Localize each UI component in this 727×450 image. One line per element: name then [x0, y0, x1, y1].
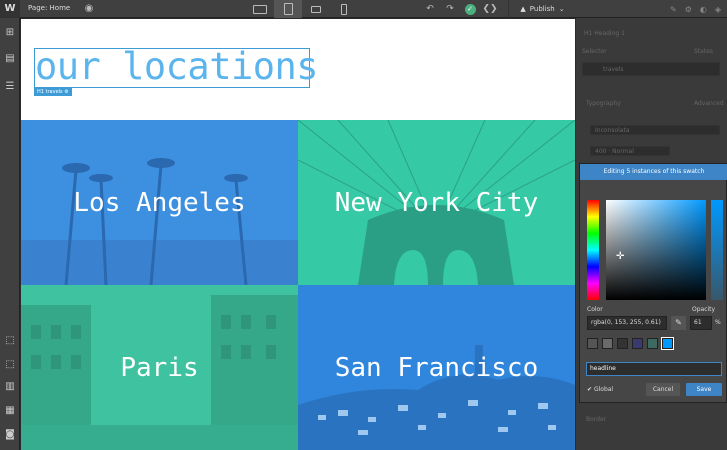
opacity-input[interactable]: 61 [690, 316, 712, 330]
desktop-view-button[interactable] [246, 0, 274, 18]
tile-label: New York City [334, 187, 539, 218]
color-label: Color [587, 306, 603, 313]
states-label[interactable]: States [694, 48, 713, 55]
code-export-button[interactable]: ❮❯ [480, 0, 500, 18]
device-switcher [246, 0, 358, 18]
eyedropper-icon: ✎ [675, 318, 682, 327]
font-weight-value: 400 · Normal [595, 148, 634, 155]
mobile-portrait-view-button[interactable] [330, 0, 358, 18]
redo-button[interactable]: ↷ [440, 0, 460, 18]
opacity-slider[interactable] [711, 200, 723, 300]
tile-label: Los Angeles [73, 187, 246, 218]
swatch[interactable] [617, 338, 628, 349]
font-family-value: Inconsolata [595, 127, 630, 134]
location-tile-paris[interactable]: Paris [21, 285, 298, 450]
code-icon: ❮❯ [482, 4, 498, 14]
undo-button[interactable]: ↶ [420, 0, 440, 18]
swatch[interactable] [632, 338, 643, 349]
crosshair-icon: ✛ [616, 251, 625, 262]
swatch[interactable] [647, 338, 658, 349]
top-toolbar: W Page: Home ◉ ↶ ↷ ✓ ❮❯ ▲ Publish ⌄ ✎ ⚙ … [0, 0, 727, 18]
guides-icon[interactable]: ▥ [3, 380, 17, 394]
hue-slider[interactable] [587, 200, 599, 300]
swatch-name-input[interactable]: headline [586, 362, 722, 376]
swatch[interactable] [602, 338, 613, 349]
publish-button[interactable]: ▲ Publish ⌄ [508, 0, 576, 18]
location-tile-new-york-city[interactable]: New York City [298, 120, 575, 285]
left-toolbar: ⊞ ▤ ☰ ⬚ ⬚ ▥ ▦ ◙ [0, 18, 20, 450]
element-tag-label: H1 travels [37, 89, 63, 95]
font-weight-field[interactable]: 400 · Normal [590, 146, 670, 156]
video-tutorial-icon[interactable]: ◙ [3, 428, 17, 442]
navigator-icon[interactable]: ▦ [3, 404, 17, 418]
selected-element-label: H1 Heading 1 [584, 30, 625, 37]
style-tab-icon[interactable]: ✎ [670, 5, 677, 14]
history-tools: ↶ ↷ ✓ ❮❯ [420, 0, 500, 18]
cms-icon[interactable]: ☰ [3, 80, 17, 94]
color-picker-popup: Editing 5 instances of this swatch ✛ Col… [579, 163, 727, 403]
check-icon: ✓ [464, 3, 476, 15]
opacity-unit: % [715, 319, 721, 326]
mobile-landscape-view-button[interactable] [302, 0, 330, 18]
global-checkbox[interactable]: ✔ Global [587, 386, 613, 393]
undo-icon: ↶ [426, 4, 434, 14]
publish-icon: ▲ [520, 5, 526, 13]
tablet-icon [283, 3, 293, 15]
advanced-toggle[interactable]: Advanced [694, 100, 724, 107]
opacity-label: Opacity [692, 306, 716, 313]
select-tool-icon[interactable]: ⬚ [3, 334, 17, 348]
marquee-icon[interactable]: ⬚ [3, 358, 17, 372]
saturation-value-area[interactable] [606, 200, 706, 300]
swatch[interactable] [587, 338, 598, 349]
checkmark-icon: ✔ [587, 386, 593, 393]
chevron-down-icon: ⌄ [558, 5, 565, 13]
publish-label: Publish [529, 5, 555, 13]
pages-icon[interactable]: ▤ [3, 52, 17, 66]
tile-label: Paris [120, 352, 199, 383]
design-canvas[interactable]: our locations H1 travels ⚙ Los Angeles N… [21, 19, 575, 450]
webflow-logo[interactable]: W [0, 0, 20, 18]
add-element-icon[interactable]: ⊞ [3, 26, 17, 40]
page-selector[interactable]: Page: Home [28, 4, 70, 12]
location-tile-los-angeles[interactable]: Los Angeles [21, 120, 298, 285]
tile-label: San Francisco [334, 352, 539, 383]
rgba-input[interactable]: rgba(0, 153, 255, 0.61) [587, 316, 667, 330]
font-family-field[interactable]: Inconsolata [590, 125, 720, 135]
status-check-button[interactable]: ✓ [460, 0, 480, 18]
element-tag-badge[interactable]: H1 travels ⚙ [34, 88, 72, 96]
swatch-edit-banner: Editing 5 instances of this swatch [580, 164, 727, 180]
mobile-portrait-icon [341, 3, 347, 15]
selector-label: Selector [582, 48, 607, 55]
save-button[interactable]: Save [686, 383, 722, 396]
mobile-landscape-icon [311, 5, 321, 13]
selector-value: travels [603, 66, 624, 73]
assets-tab-icon[interactable]: ◈ [715, 5, 721, 14]
selector-field[interactable]: travels [582, 62, 720, 76]
tablet-view-button[interactable] [274, 0, 302, 18]
desktop-icon [253, 4, 267, 14]
eyedropper-button[interactable]: ✎ [671, 316, 686, 330]
typography-section-label[interactable]: Typography [586, 100, 621, 107]
swatch-row [587, 337, 674, 350]
settings-tab-icon[interactable]: ⚙ [685, 5, 692, 14]
page-heading[interactable]: our locations [35, 45, 319, 88]
interactions-tab-icon[interactable]: ◐ [700, 5, 707, 14]
global-label: Global [593, 386, 614, 393]
redo-icon: ↷ [446, 4, 454, 14]
cancel-button[interactable]: Cancel [646, 383, 680, 396]
panel-tabs: ✎ ⚙ ◐ ◈ [576, 0, 727, 18]
border-section-label[interactable]: Border [586, 416, 606, 423]
preview-eye-icon[interactable]: ◉ [82, 2, 96, 16]
location-tile-san-francisco[interactable]: San Francisco [298, 285, 575, 450]
swatch-selected[interactable] [661, 337, 674, 350]
